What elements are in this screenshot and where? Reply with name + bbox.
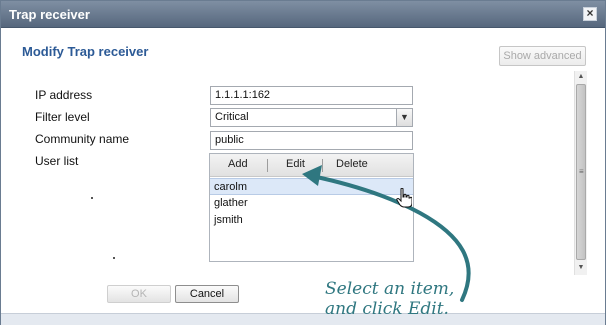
scrollbar-thumb[interactable]: ≡ (576, 84, 586, 260)
ip-address-field[interactable]: 1.1.1.1:162 (210, 86, 413, 105)
title-bar: Trap receiver × (1, 1, 605, 28)
grip-icon: ≡ (579, 167, 584, 176)
edit-button[interactable]: Edit (286, 158, 305, 170)
close-icon: × (586, 6, 594, 20)
toolbar-divider (267, 159, 268, 172)
close-button[interactable]: × (583, 7, 597, 21)
trap-receiver-dialog: Trap receiver × Modify Trap receiver Sho… (0, 0, 606, 325)
user-list-label: User list (35, 154, 79, 168)
ip-address-label: IP address (35, 88, 93, 102)
window-title: Trap receiver (9, 7, 90, 22)
cancel-button[interactable]: Cancel (175, 285, 239, 303)
community-name-field[interactable]: public (210, 131, 413, 150)
stray-dot (113, 257, 115, 259)
user-list-toolbar: Add Edit Delete (210, 154, 413, 177)
scroll-up-icon[interactable]: ▲ (575, 71, 587, 83)
list-item[interactable]: carolm (210, 178, 413, 195)
scrollbar[interactable]: ▲ ≡ ▼ (574, 71, 587, 275)
delete-button[interactable]: Delete (336, 158, 368, 170)
callout-line-1: Select an item, (325, 279, 455, 299)
ok-button[interactable]: OK (107, 285, 171, 303)
stray-dot (91, 197, 93, 199)
filter-level-select[interactable]: Critical ▼ (210, 108, 413, 127)
chevron-down-icon[interactable]: ▼ (396, 109, 412, 126)
filter-level-value: Critical (215, 111, 249, 123)
filter-level-label: Filter level (35, 110, 90, 124)
community-name-label: Community name (35, 132, 130, 146)
show-advanced-button[interactable]: Show advanced (499, 46, 586, 66)
status-bar (1, 313, 605, 325)
user-list: Add Edit Delete carolm glather jsmith (209, 153, 414, 262)
list-item[interactable]: jsmith (210, 212, 413, 229)
callout-line-2: and click Edit. (325, 299, 449, 319)
list-item[interactable]: glather (210, 195, 413, 212)
add-button[interactable]: Add (228, 158, 248, 170)
toolbar-divider (322, 159, 323, 172)
callout-text: Select an item, and click Edit. (325, 279, 454, 319)
page-title: Modify Trap receiver (22, 44, 149, 59)
hand-pointer-icon (396, 188, 412, 208)
scroll-down-icon[interactable]: ▼ (575, 262, 587, 274)
